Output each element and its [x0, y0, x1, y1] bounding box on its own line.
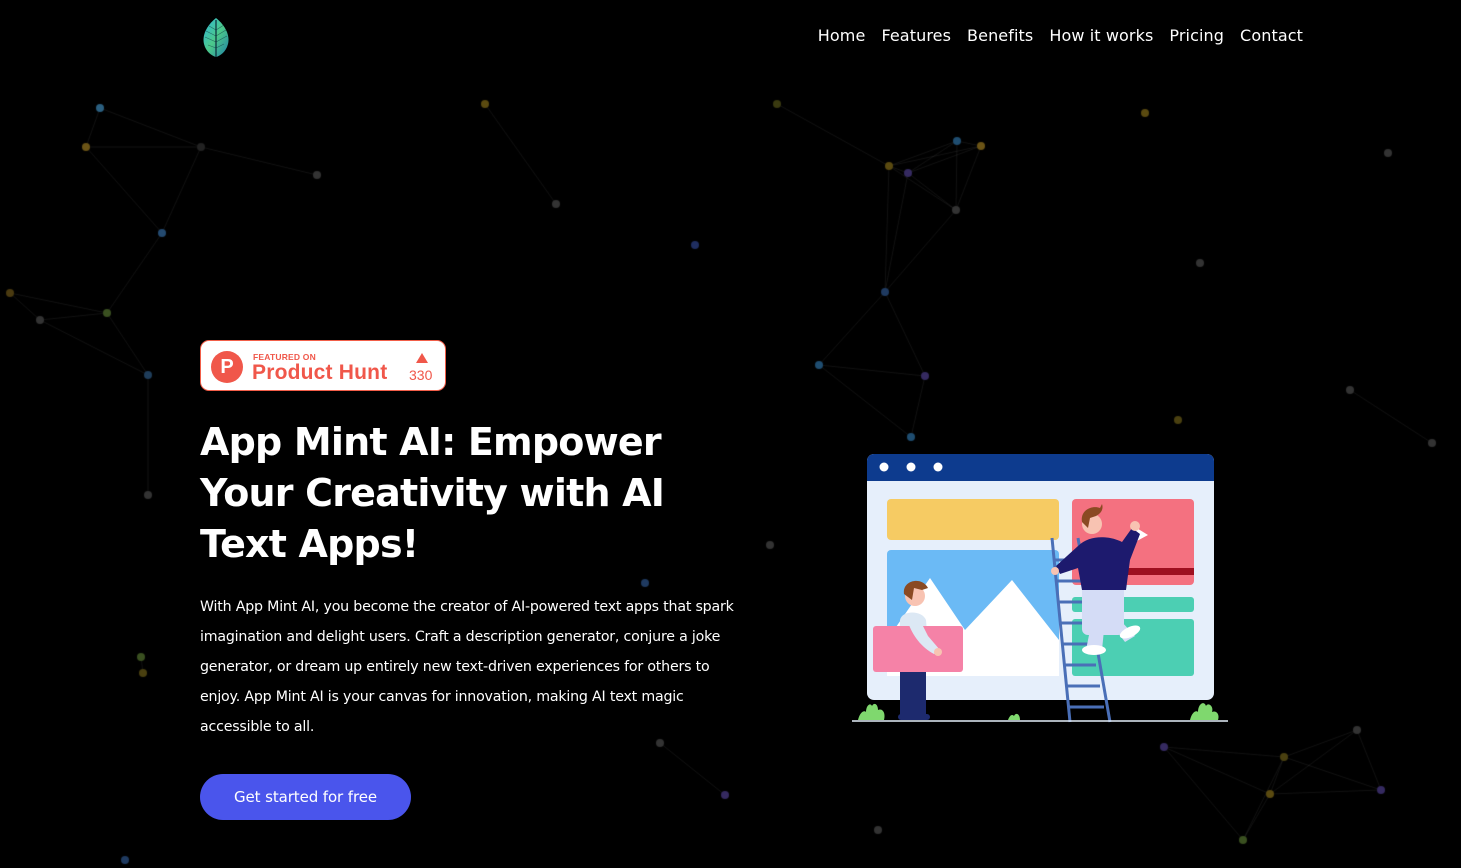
product-hunt-name: Product Hunt — [252, 361, 388, 384]
window-dot-icon — [933, 462, 943, 472]
logo[interactable] — [200, 16, 232, 58]
nav-pricing[interactable]: Pricing — [1169, 24, 1224, 48]
main-nav: Home Features Benefits How it works Pric… — [818, 24, 1303, 48]
hero-section: P FEATURED ON Product Hunt 330 App Mint … — [200, 340, 760, 820]
nav-contact[interactable]: Contact — [1240, 24, 1303, 48]
window-dot-icon — [879, 462, 889, 472]
page-title: App Mint AI: Empower Your Creativity wit… — [200, 420, 665, 566]
product-hunt-badge[interactable]: P FEATURED ON Product Hunt 330 — [200, 340, 446, 391]
nav-features[interactable]: Features — [881, 24, 951, 48]
triangle-up-icon — [416, 353, 428, 363]
nav-benefits[interactable]: Benefits — [967, 24, 1033, 48]
hero-description: With App Mint AI, you become the creator… — [200, 599, 734, 735]
window-dot-icon — [906, 462, 916, 472]
yellow-block — [887, 499, 1059, 540]
site-header: Home Features Benefits How it works Pric… — [0, 0, 1461, 72]
leaf-icon — [203, 18, 229, 57]
nav-home[interactable]: Home — [818, 24, 866, 48]
nav-how-it-works[interactable]: How it works — [1049, 24, 1153, 48]
get-started-button[interactable]: Get started for free — [200, 774, 411, 820]
website-builder-illustration — [850, 450, 1230, 730]
upvote-count: 330 — [409, 367, 433, 383]
product-hunt-icon: P — [211, 351, 243, 383]
